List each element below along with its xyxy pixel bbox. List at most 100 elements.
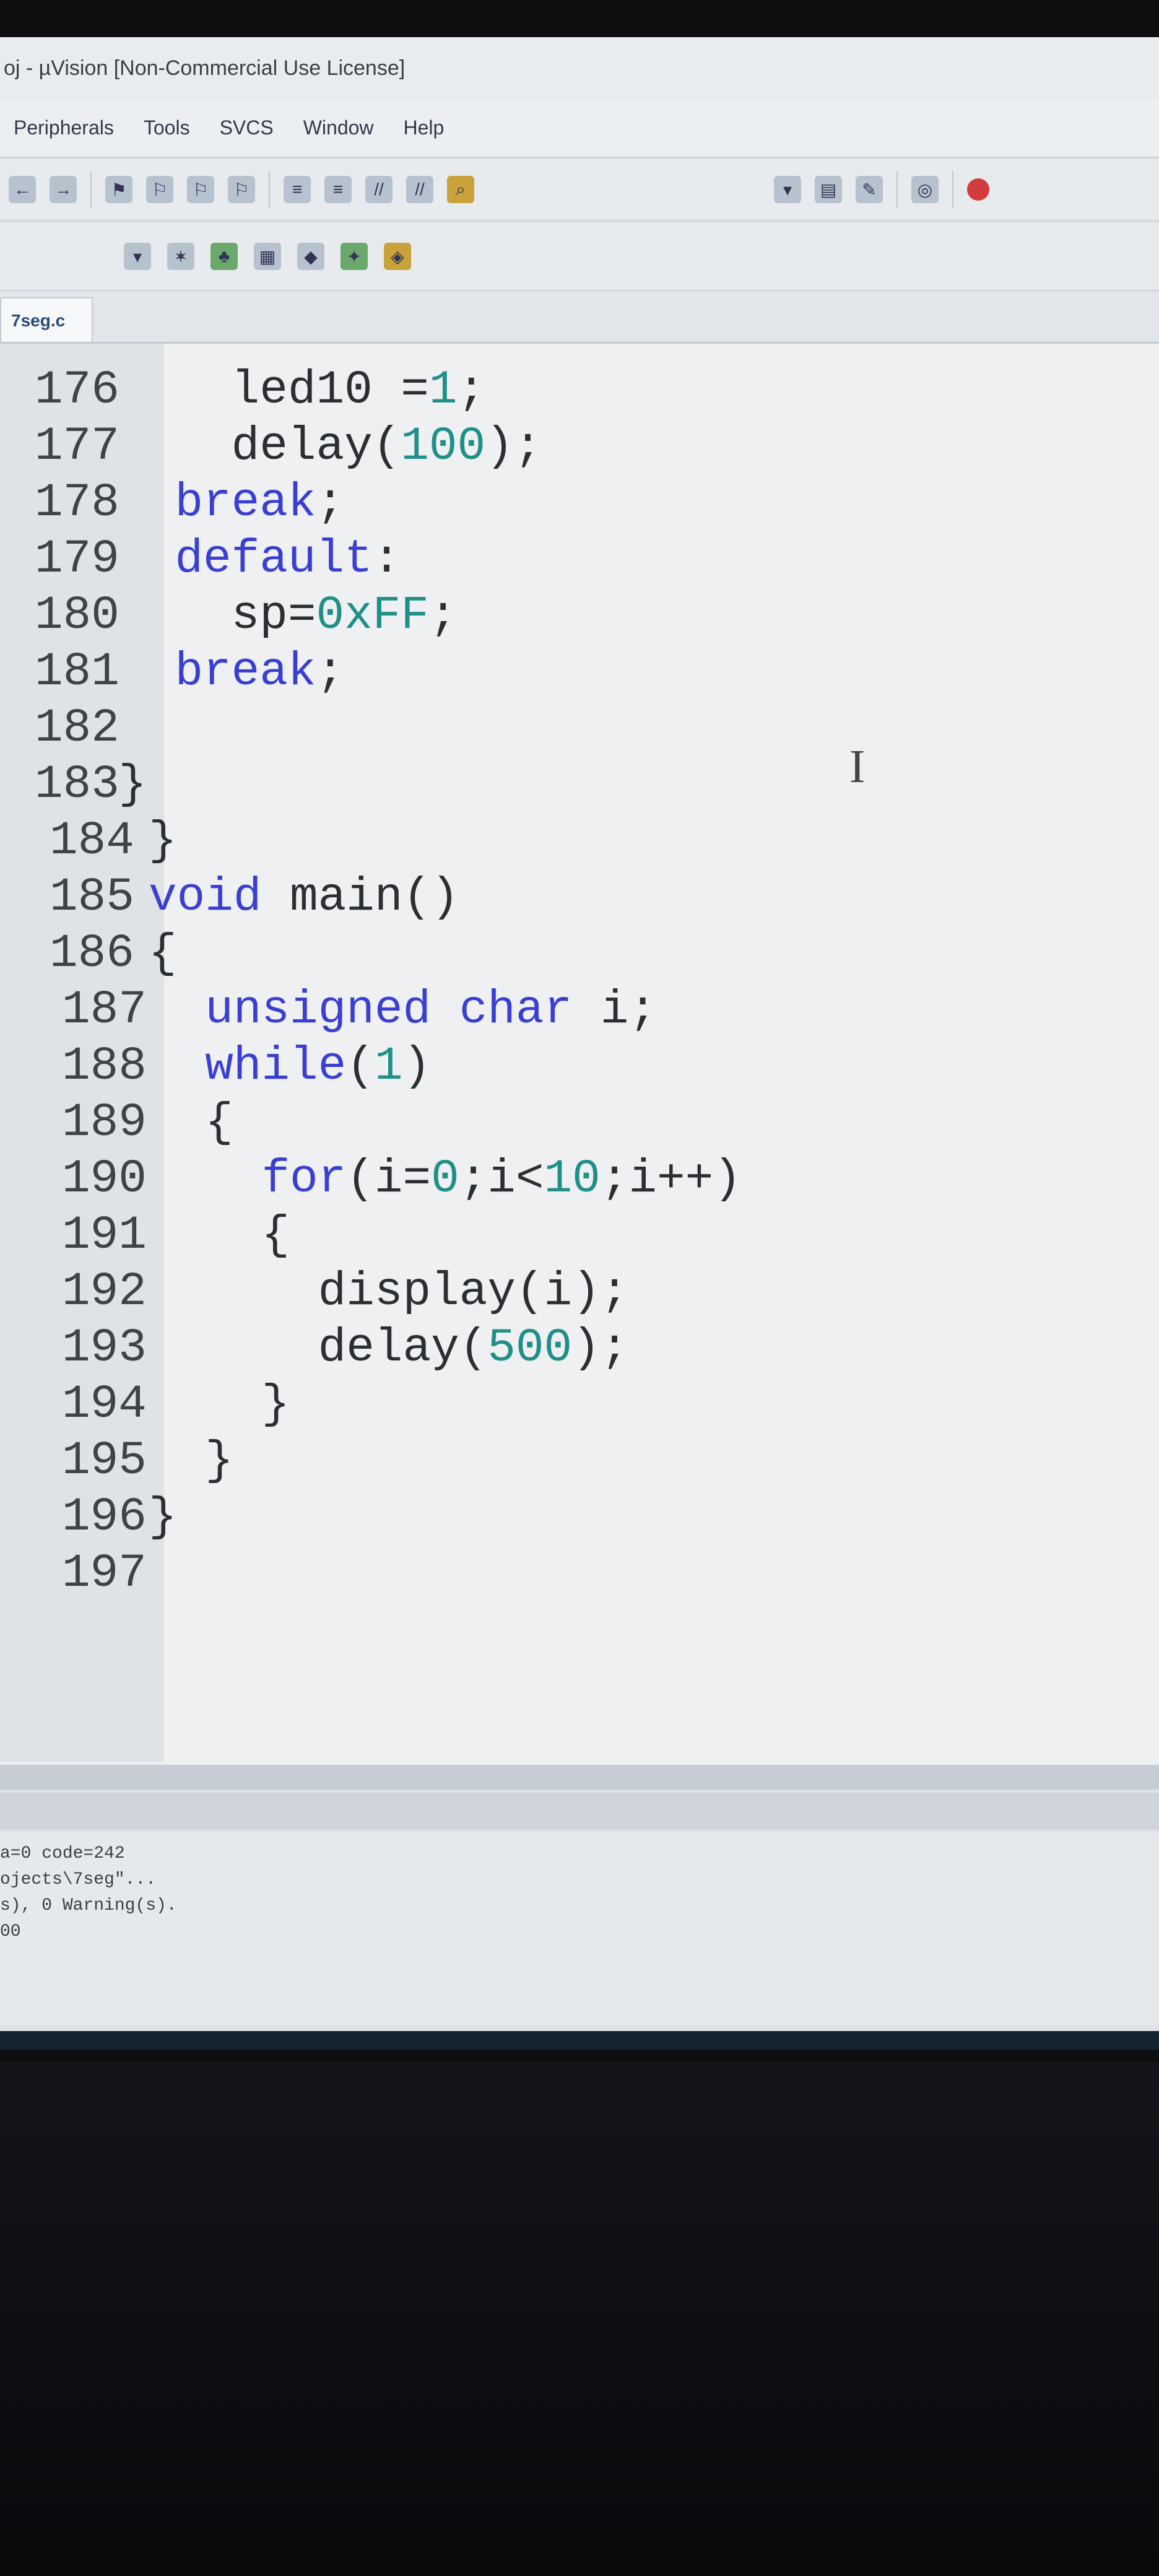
file-tab-strip: 7seg.c [0, 292, 1159, 344]
line-number: 196 [62, 1490, 147, 1544]
code-text: { [149, 927, 177, 980]
code-text: sp=0xFF; [62, 589, 458, 642]
line-number: 191 [62, 1209, 147, 1262]
line-number: 193 [62, 1321, 147, 1375]
code-line: 197 [0, 1543, 1159, 1604]
menu-window[interactable]: Window [303, 116, 374, 139]
line-number: 187 [62, 983, 147, 1037]
dropdown-icon[interactable]: ▾ [774, 176, 801, 203]
line-number: 190 [62, 1152, 147, 1206]
output-line: a=0 code=242 [0, 1844, 125, 1863]
next-bookmark-icon[interactable]: ⚐ [187, 176, 214, 203]
comment-icon[interactable]: // [365, 176, 393, 203]
code-text: } [149, 1378, 290, 1431]
code-text: break; [175, 476, 345, 529]
code-line: 194 } [0, 1373, 1159, 1435]
code-text: led10 =1; [62, 363, 486, 417]
screen: oj - µVision [Non-Commercial Use License… [0, 37, 1159, 2050]
line-number: 188 [62, 1040, 147, 1093]
code-text: unsigned char i; [205, 983, 657, 1037]
line-number: 192 [62, 1265, 147, 1318]
code-line: 190 for(i=0;i<10;i++) [0, 1148, 1159, 1210]
code-editor[interactable]: 176 led10 =1; 177 delay(100); 178 break; 17… [0, 344, 1159, 1768]
output-line: ojects\7seg"... [0, 1870, 157, 1889]
code-line: 193 delay(500); [0, 1317, 1159, 1379]
code-text: delay(500); [149, 1321, 629, 1375]
code-line: 195 } [0, 1430, 1159, 1492]
code-text: { [149, 1096, 233, 1149]
code-text: { [149, 1209, 290, 1262]
code-text: void main() [149, 871, 459, 924]
code-line: 186 { [0, 923, 1159, 985]
line-number: 182 [35, 702, 119, 755]
magic-wand-icon[interactable]: ✎ [856, 176, 883, 203]
file-extensions-icon[interactable]: ▦ [254, 243, 281, 270]
code-line: 187 unsigned char i; [0, 979, 1159, 1041]
code-text: } [149, 814, 177, 868]
forward-arrow-icon[interactable]: → [50, 176, 77, 203]
manage-project-icon[interactable]: ♣ [211, 243, 238, 270]
toolbar-separator [896, 171, 898, 208]
code-line: 182 [0, 697, 1159, 759]
code-line: 179 default: [0, 528, 1159, 590]
line-number: 186 [50, 927, 134, 980]
code-line: 192 display(i); [0, 1261, 1159, 1323]
line-number: 184 [50, 814, 134, 868]
prev-bookmark-icon[interactable]: ⚐ [146, 176, 173, 203]
code-line: 183 } [0, 754, 1159, 816]
select-packs-icon[interactable]: ◆ [297, 243, 324, 270]
line-number: 194 [62, 1378, 147, 1431]
options-icon[interactable]: ✶ [167, 243, 194, 270]
build-icon[interactable]: ▤ [815, 176, 842, 203]
tab-7seg-c[interactable]: 7seg.c [0, 297, 93, 342]
output-line: 00 [0, 1922, 21, 1941]
horizontal-scrollbar[interactable] [0, 1765, 1159, 1790]
code-line: 181 break; [0, 641, 1159, 703]
code-text: delay(100); [62, 420, 542, 473]
clear-bookmarks-icon[interactable]: ⚐ [228, 176, 255, 203]
menu-bar: Peripherals Tools SVCS Window Help [0, 99, 1159, 158]
taskbar [0, 2031, 1159, 2050]
menu-help[interactable]: Help [404, 116, 445, 139]
code-line: 191 { [0, 1204, 1159, 1266]
code-text: } [149, 1490, 177, 1544]
build-toolbar: ▾ ✶ ♣ ▦ ◆ ✦ ◈ [0, 223, 1159, 291]
code-text: display(i); [149, 1265, 629, 1318]
back-arrow-icon[interactable]: ← [9, 176, 36, 203]
code-line: 185 void main() [0, 866, 1159, 928]
window-title: oj - µVision [Non-Commercial Use License… [0, 37, 1159, 99]
line-number: 197 [62, 1547, 147, 1600]
find-in-files-icon[interactable]: ⌕ [447, 176, 474, 203]
bookmark-icon[interactable]: ⚑ [105, 176, 132, 203]
output-splitter[interactable] [0, 1793, 1159, 1830]
toolbar-separator [269, 171, 270, 208]
code-text: default: [175, 533, 401, 586]
code-line: 188 while(1) [0, 1035, 1159, 1097]
debug-icon[interactable]: ◎ [911, 176, 939, 203]
code-line: 177 delay(100); [0, 416, 1159, 477]
line-number: 185 [50, 871, 134, 924]
code-text: } [62, 758, 147, 811]
code-line: 184} [0, 810, 1159, 872]
toolbar-separator [952, 171, 953, 208]
pack-installer-icon[interactable]: ✦ [341, 243, 368, 270]
unindent-icon[interactable]: ≡ [324, 176, 352, 203]
line-number: 195 [62, 1434, 147, 1487]
breakpoint-icon[interactable] [967, 178, 989, 201]
code-line: 176 led10 =1; [0, 359, 1159, 421]
build-output-panel: a=0 code=242 ojects\7seg"... s), 0 Warni… [0, 1833, 1159, 2025]
menu-tools[interactable]: Tools [144, 116, 190, 139]
code-line: 196} [0, 1486, 1159, 1548]
indent-icon[interactable]: ≡ [284, 176, 311, 203]
run-time-env-icon[interactable]: ◈ [384, 243, 411, 270]
uncomment-icon[interactable]: // [406, 176, 433, 203]
line-number: 189 [62, 1096, 147, 1149]
menu-peripherals[interactable]: Peripherals [14, 116, 114, 139]
code-line: 178 break; [0, 472, 1159, 534]
desk-background [0, 2062, 1159, 2576]
target-dropdown-icon[interactable]: ▾ [124, 243, 151, 270]
code-line: 189 { [0, 1092, 1159, 1154]
output-line: s), 0 Warning(s). [0, 1896, 177, 1915]
toolbar-separator [90, 171, 92, 208]
menu-svcs[interactable]: SVCS [220, 116, 274, 139]
